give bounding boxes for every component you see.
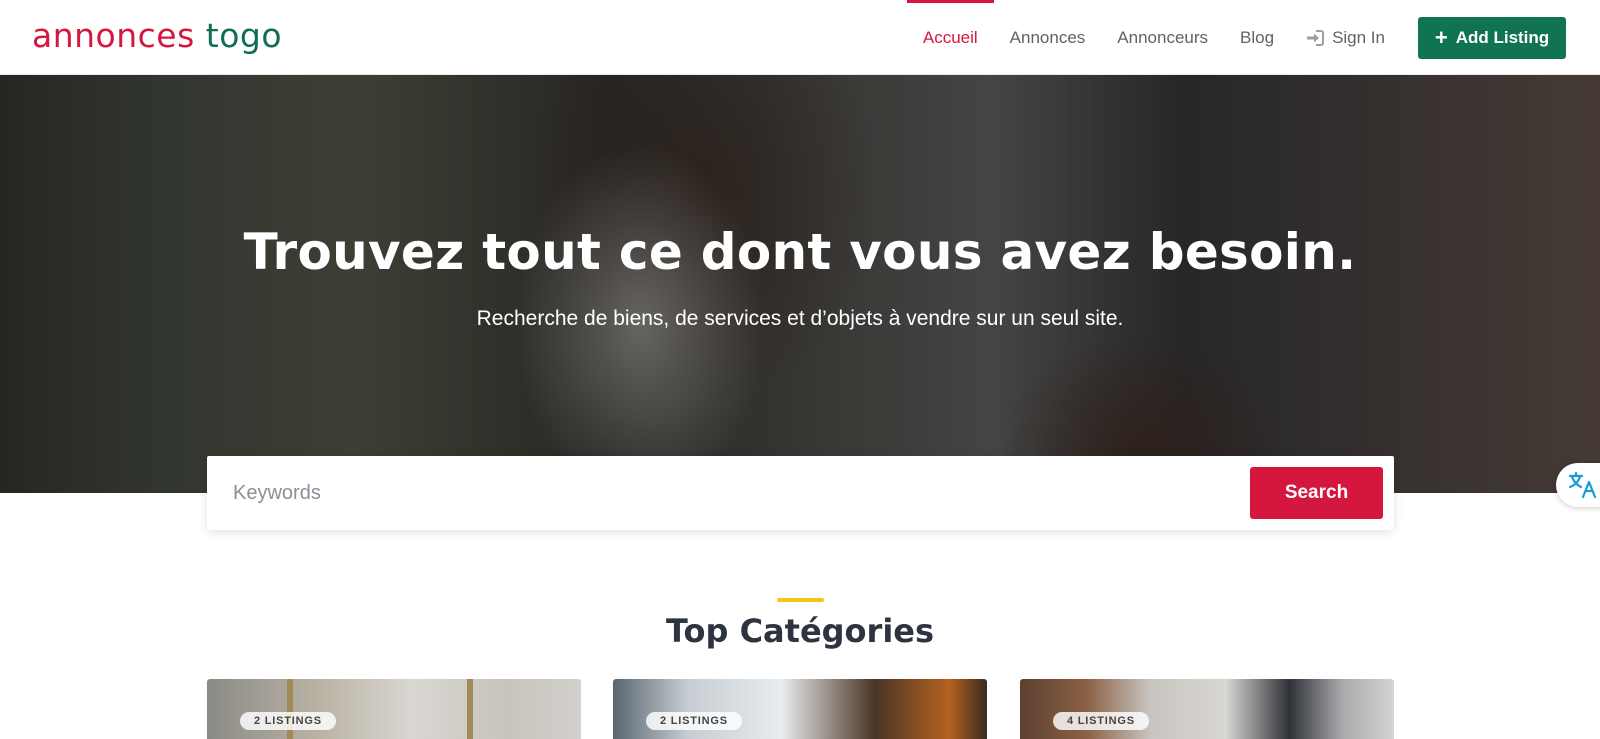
keywords-search-input[interactable]: [233, 473, 1183, 513]
search-button[interactable]: Search: [1250, 467, 1383, 519]
listing-count-badge: 2 LISTINGS: [240, 712, 336, 730]
sign-in-icon: [1306, 29, 1325, 46]
site-header: annonces togo Accueil Annonces Annonceur…: [0, 0, 1600, 75]
add-listing-label: Add Listing: [1455, 27, 1550, 47]
card-image-detail: [467, 679, 473, 739]
add-listing-button[interactable]: + Add Listing: [1418, 16, 1566, 59]
nav-item-annonces[interactable]: Annonces: [994, 0, 1102, 75]
hero-subtitle: Recherche de biens, de services et d’obj…: [476, 307, 1124, 330]
category-card[interactable]: 2 LISTINGS: [207, 679, 581, 739]
listing-count-badge: 4 LISTINGS: [1053, 712, 1149, 730]
sign-in-link[interactable]: Sign In: [1290, 0, 1401, 75]
listing-count-badge: 2 LISTINGS: [646, 712, 742, 730]
category-card[interactable]: 4 LISTINGS: [1020, 679, 1394, 739]
section-title: Top Catégories: [665, 612, 935, 650]
card-image-detail: [287, 679, 293, 739]
section-accent-bar: [777, 598, 824, 602]
logo-text-secondary: togo: [194, 16, 283, 55]
hero-overlay: [0, 75, 1600, 493]
logo-text-primary: annonces: [32, 16, 195, 55]
translate-widget[interactable]: [1556, 463, 1600, 507]
translate-icon: [1568, 471, 1597, 499]
nav-item-accueil[interactable]: Accueil: [906, 0, 994, 75]
plus-icon: +: [1434, 24, 1448, 50]
category-card[interactable]: 2 LISTINGS: [613, 679, 987, 739]
site-logo[interactable]: annonces togo: [32, 14, 282, 58]
sign-in-label: Sign In: [1332, 27, 1385, 47]
nav-item-annonceurs[interactable]: Annonceurs: [1101, 0, 1224, 75]
main-nav: Accueil Annonces Annonceurs Blog Sign In…: [906, 0, 1600, 75]
search-bar: Search: [207, 456, 1394, 530]
nav-item-blog[interactable]: Blog: [1224, 0, 1290, 75]
hero-banner: Trouvez tout ce dont vous avez besoin. R…: [0, 75, 1600, 493]
hero-title: Trouvez tout ce dont vous avez besoin.: [243, 223, 1357, 281]
